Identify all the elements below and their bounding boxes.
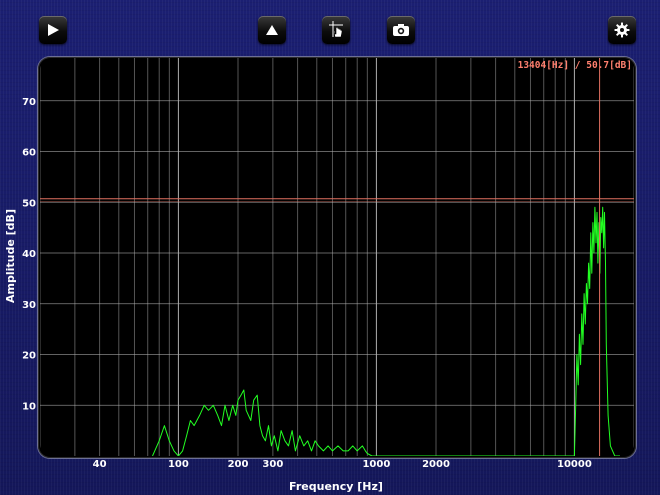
y-tick-label: 60 <box>22 148 36 159</box>
y-tick-label: 70 <box>22 97 36 108</box>
x-axis-title: Frequency [Hz] <box>289 480 383 493</box>
y-tick-label: 20 <box>22 351 36 362</box>
x-tick-label: 100 <box>168 459 189 470</box>
x-tick-label: 40 <box>93 459 107 470</box>
y-axis-title: Amplitude [dB] <box>4 209 17 303</box>
y-tick-label: 10 <box>22 401 36 412</box>
x-tick-label: 200 <box>228 459 249 470</box>
x-tick-label: 10000 <box>557 459 592 470</box>
spectrum-trace <box>152 206 620 456</box>
y-tick-label: 40 <box>22 249 36 260</box>
x-tick-label: 300 <box>262 459 283 470</box>
x-tick-label: 1000 <box>362 459 390 470</box>
y-tick-label: 30 <box>22 300 36 311</box>
x-tick-label: 2000 <box>422 459 450 470</box>
y-tick-label: 50 <box>22 198 36 209</box>
cursor-readout: 13404[Hz] / 50.7[dB] <box>518 60 632 71</box>
spectrum-chart: 10 20 30 40 50 60 70 40 100 200 300 1000 2000 10000 1… <box>4 58 634 493</box>
